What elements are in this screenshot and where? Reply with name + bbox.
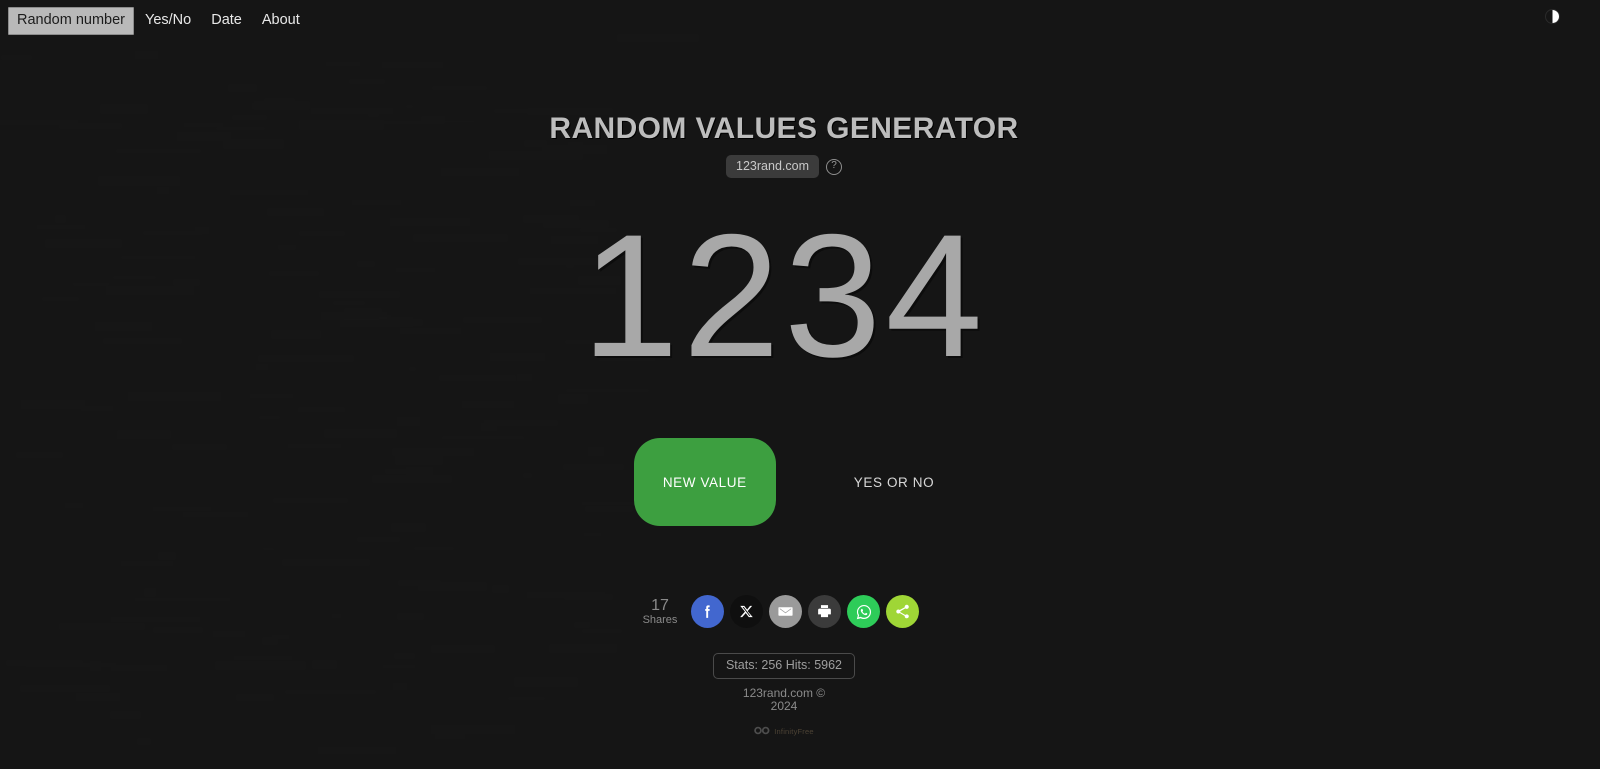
facebook-share-button[interactable] [691,595,725,628]
nav-tab-random-number[interactable]: Random number [8,6,134,35]
infinity-icon [754,722,770,740]
action-row: NEW VALUE YES OR NO [633,438,934,526]
nav-tab-yes-no[interactable]: Yes/No [136,7,200,35]
printer-icon [816,603,833,620]
more-share-button[interactable] [886,595,920,628]
copyright: 123rand.com © 2024 [743,687,825,713]
nav-tab-about[interactable]: About [253,7,309,35]
yes-or-no-link[interactable]: YES OR NO [854,475,934,490]
new-value-button[interactable]: NEW VALUE [633,438,776,526]
question-mark-icon[interactable]: ? [825,158,842,175]
host-badge[interactable]: InfinityFree [754,722,814,740]
site-badge[interactable]: 123rand.com [726,155,819,178]
facebook-icon [699,603,716,620]
page-title: RANDOM VALUES GENERATOR [549,112,1019,145]
share-nodes-icon [894,603,911,620]
email-share-button[interactable] [769,595,803,628]
whatsapp-icon [855,603,873,621]
share-bar: 17 Shares [643,595,926,628]
site-row: 123rand.com ? [726,155,842,178]
share-count: 17 Shares [643,597,678,627]
navbar: Random number Yes/No Date About [0,0,1600,41]
half-circle-contrast-icon[interactable] [1545,9,1560,24]
share-count-number: 17 [651,596,669,614]
copyright-line-2: 2024 [770,699,798,713]
host-name: InfinityFree [774,726,814,736]
x-share-button[interactable] [730,595,764,628]
x-twitter-icon [739,604,754,619]
nav-tab-date[interactable]: Date [202,7,251,35]
stats-badge[interactable]: Stats: 256 Hits: 5962 [712,653,856,679]
print-button[interactable] [808,595,842,628]
random-value-display: 1234 [581,198,987,394]
whatsapp-share-button[interactable] [847,595,881,628]
main-content: RANDOM VALUES GENERATOR 123rand.com ? 12… [0,0,1568,769]
envelope-icon [777,603,794,620]
share-count-label: Shares [642,613,678,626]
